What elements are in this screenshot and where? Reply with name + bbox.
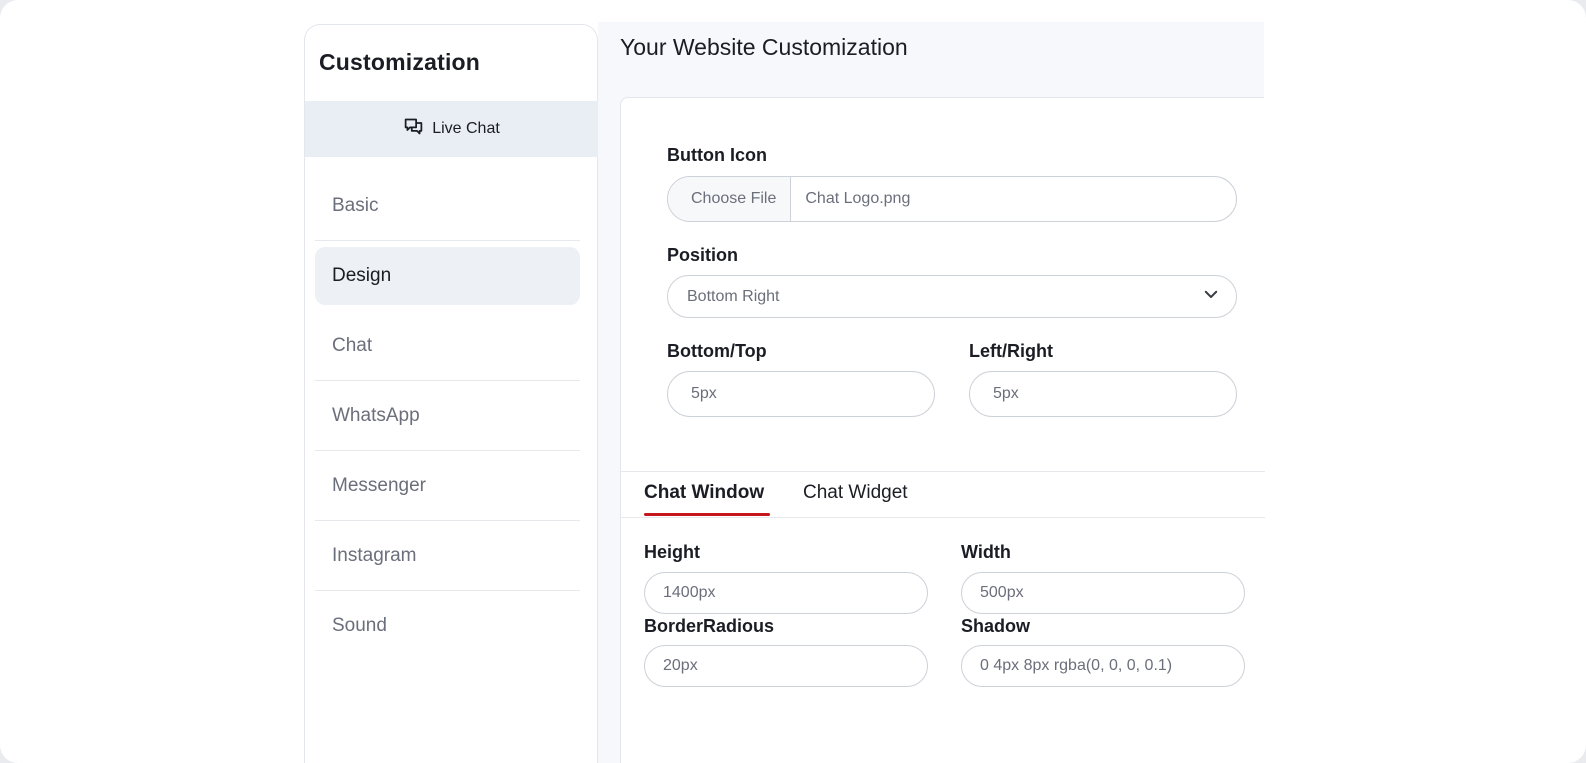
width-input[interactable]: 500px <box>961 572 1245 614</box>
sidebar-item-messenger[interactable]: Messenger <box>315 451 580 521</box>
button-icon-file-input[interactable]: Choose File Chat Logo.png <box>667 176 1237 222</box>
width-value: 500px <box>980 584 1024 601</box>
chevron-down-icon <box>1202 285 1236 308</box>
active-tab-underline <box>644 513 770 516</box>
border-radius-input[interactable]: 20px <box>644 645 928 687</box>
bottom-top-input[interactable]: 5px <box>667 371 935 417</box>
border-radius-value: 20px <box>663 657 698 674</box>
left-right-input[interactable]: 5px <box>969 371 1237 417</box>
page-title: Your Website Customization <box>620 34 908 60</box>
tab-chat-widget[interactable]: Chat Widget <box>803 482 908 504</box>
live-chat-label: Live Chat <box>432 120 500 137</box>
choose-file-button[interactable]: Choose File <box>668 177 792 221</box>
position-value: Bottom Right <box>687 287 780 305</box>
tab-chat-window[interactable]: Chat Window <box>644 482 764 504</box>
live-chat-tab[interactable]: Live Chat <box>305 101 598 157</box>
sidebar-item-whatsapp[interactable]: WhatsApp <box>315 381 580 451</box>
main-panel: Your Website Customization Button Icon C… <box>598 22 1265 763</box>
position-label: Position <box>667 245 738 265</box>
width-label: Width <box>961 542 1011 562</box>
shadow-input[interactable]: 0 4px 8px rgba(0, 0, 0, 0.1) <box>961 645 1245 687</box>
position-select[interactable]: Bottom Right <box>667 275 1237 318</box>
sidebar-item-design[interactable]: Design <box>315 247 580 305</box>
tabs-bottom-divider <box>621 517 1265 518</box>
sidebar-item-chat[interactable]: Chat <box>315 311 580 381</box>
sidebar-menu: Basic Design Chat WhatsApp Messenger Ins… <box>315 171 580 661</box>
tabs-top-divider <box>621 471 1265 472</box>
design-card: Button Icon Choose File Chat Logo.png Po… <box>620 97 1265 763</box>
shadow-value: 0 4px 8px rgba(0, 0, 0, 0.1) <box>980 657 1173 674</box>
height-value: 1400px <box>663 584 716 601</box>
left-right-label: Left/Right <box>969 341 1053 361</box>
shadow-label: Shadow <box>961 616 1031 636</box>
sidebar-item-instagram[interactable]: Instagram <box>315 521 580 591</box>
app-frame: Customization Live Chat Basic Design Cha… <box>0 0 1586 763</box>
border-radius-label: BorderRadious <box>644 616 775 636</box>
bottom-top-value: 5px <box>691 385 717 402</box>
bottom-top-label: Bottom/Top <box>667 341 767 361</box>
sidebar-title: Customization <box>319 49 481 75</box>
button-icon-label: Button Icon <box>667 145 767 165</box>
height-label: Height <box>644 542 700 562</box>
sidebar: Customization Live Chat Basic Design Cha… <box>304 24 598 763</box>
chat-bubbles-icon <box>403 116 424 142</box>
height-input[interactable]: 1400px <box>644 572 928 614</box>
file-name: Chat Logo.png <box>805 190 911 207</box>
left-right-value: 5px <box>993 385 1019 402</box>
sidebar-item-sound[interactable]: Sound <box>315 591 580 661</box>
sidebar-item-basic[interactable]: Basic <box>315 171 580 241</box>
